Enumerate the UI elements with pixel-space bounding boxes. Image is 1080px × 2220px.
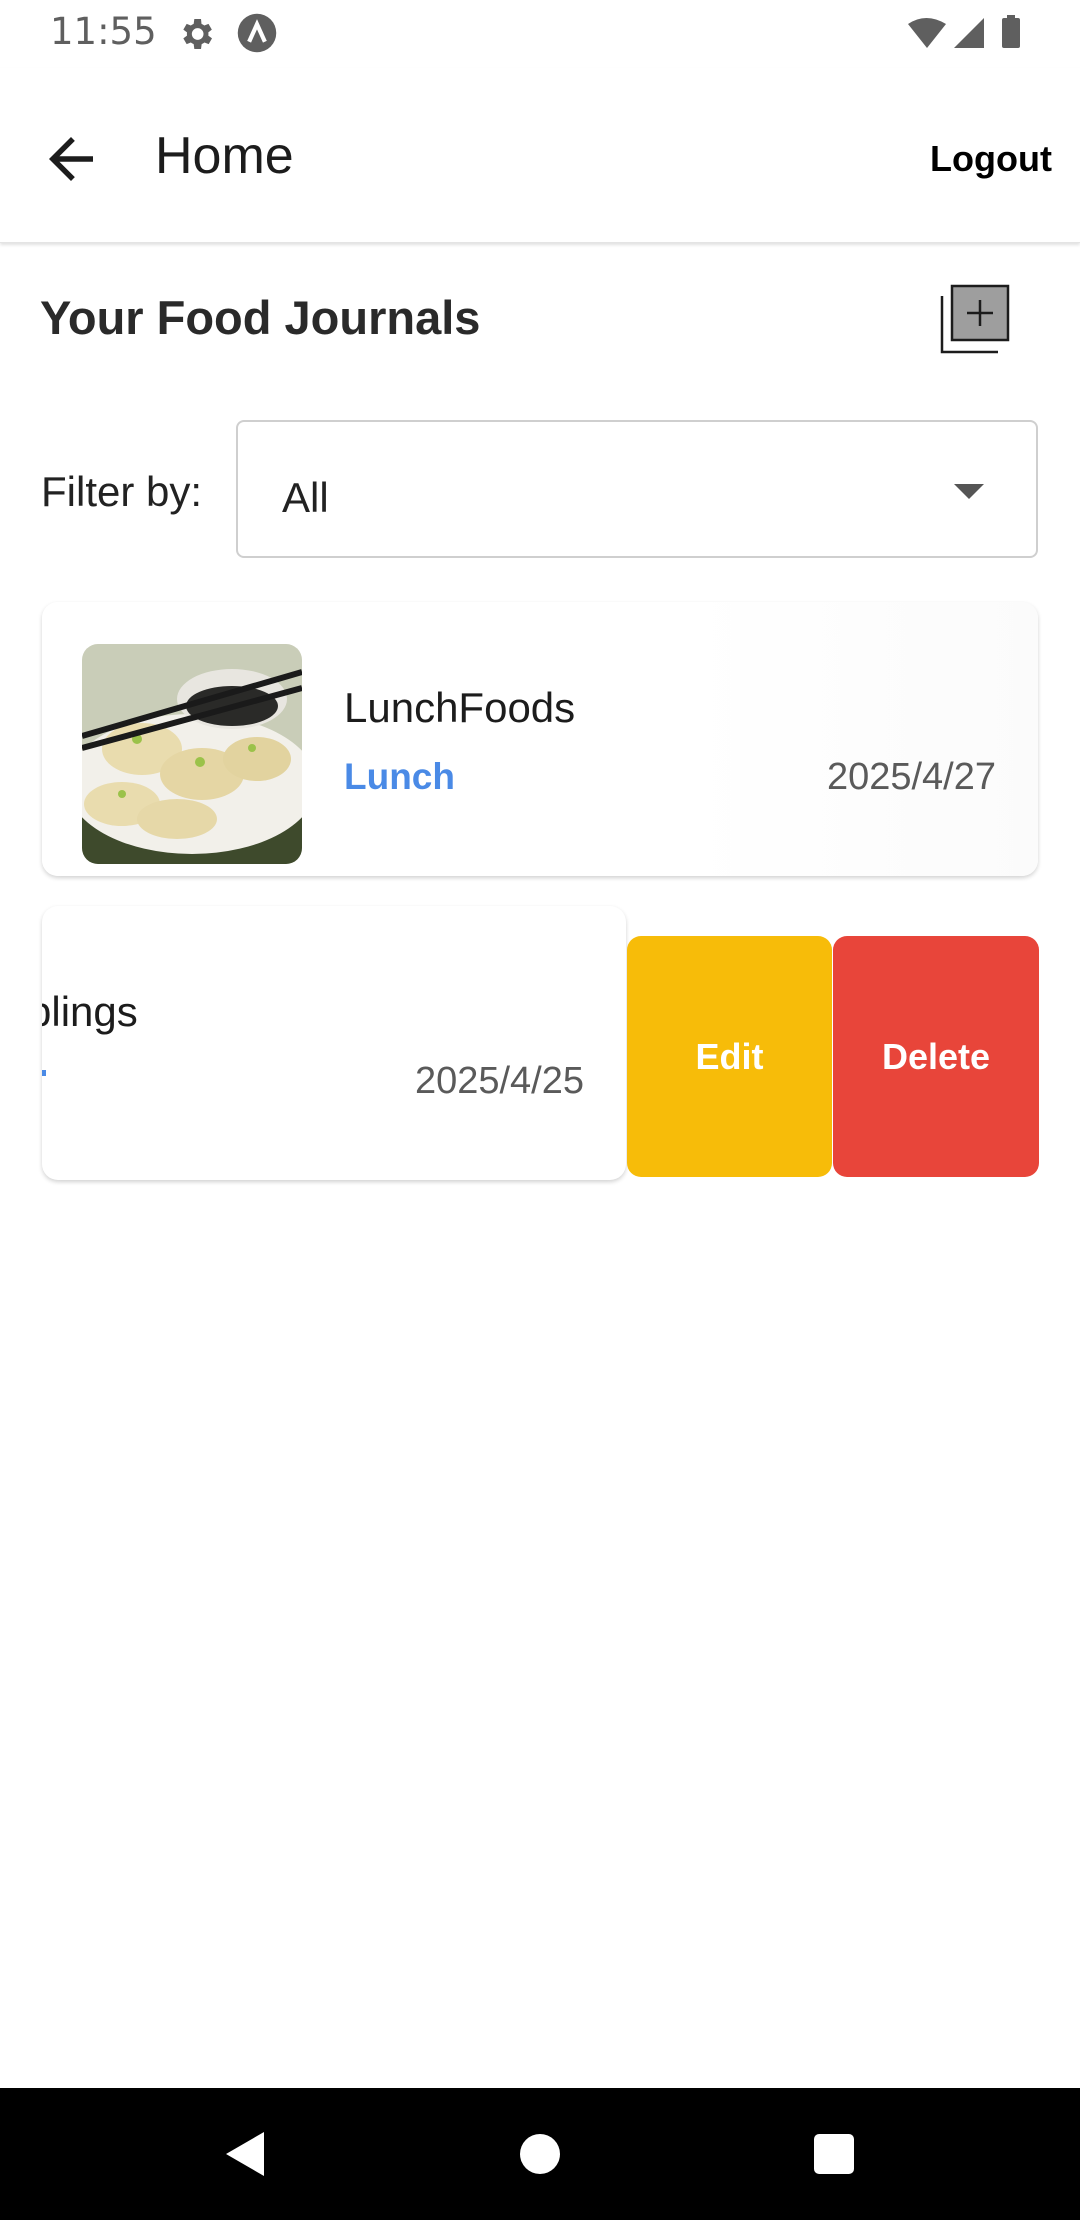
journal-card[interactable]: LunchFoods Lunch 2025/4/27: [42, 602, 1038, 876]
edit-button[interactable]: Edit: [627, 936, 832, 1177]
journal-name: plings: [42, 988, 138, 1035]
back-arrow-icon[interactable]: [38, 126, 104, 192]
app-bar: Home Logout: [0, 68, 1080, 243]
settings-gear-icon: [183, 19, 212, 49]
status-time: 11:55: [50, 10, 157, 53]
app-notification-icon: [237, 13, 277, 53]
wifi-icon: [908, 18, 946, 48]
meal-filter-dropdown[interactable]: All: [236, 420, 1038, 558]
filter-label: Filter by:: [41, 468, 203, 515]
journal-date: 2025/4/25: [414, 1060, 584, 1102]
journal-date: 2025/4/27: [826, 756, 996, 798]
nav-recents-icon[interactable]: [814, 2134, 854, 2174]
section-title: Your Food Journals: [40, 291, 481, 344]
battery-icon: [1002, 18, 1020, 48]
delete-button[interactable]: Delete: [833, 936, 1039, 1177]
filter-selected-value: All: [282, 474, 329, 521]
journal-name: LunchFoods: [344, 684, 576, 731]
nav-back-icon[interactable]: [222, 2130, 268, 2178]
food-photo: [82, 644, 302, 864]
add-journal-icon[interactable]: [938, 282, 1012, 356]
dropdown-arrow-icon: [954, 484, 984, 499]
status-bar: 11:55: [0, 0, 1080, 68]
signal-icon: [954, 18, 984, 48]
system-status-icons: [908, 15, 1020, 48]
page-title: Home: [155, 127, 294, 185]
system-nav-bar: [0, 2088, 1080, 2220]
nav-home-icon[interactable]: [520, 2134, 560, 2174]
meal-type-tag: Lunch: [344, 756, 455, 797]
meal-type-tag-clipped: [42, 1070, 46, 1076]
journal-card-swiped[interactable]: plings 2025/4/25: [42, 906, 626, 1180]
logout-button[interactable]: Logout: [930, 138, 1052, 180]
